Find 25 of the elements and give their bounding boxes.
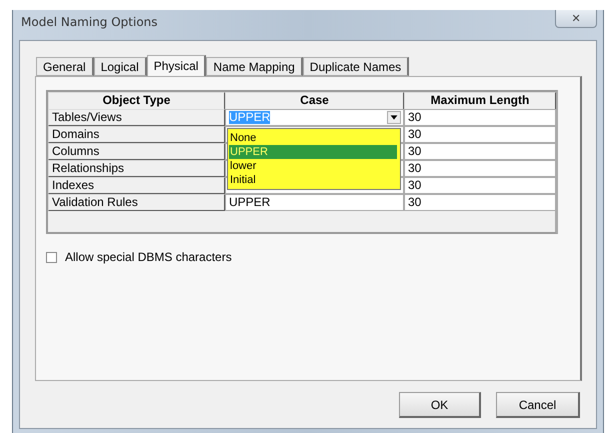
- table-cell: 30: [404, 160, 556, 177]
- tab[interactable]: Duplicate Names: [302, 57, 410, 76]
- table-cell: 30: [404, 126, 556, 143]
- table-cell: Columns: [48, 143, 225, 160]
- ok-button[interactable]: OK: [399, 392, 481, 418]
- table-cell: UPPER: [225, 194, 404, 211]
- table-cell: Domains: [48, 126, 225, 143]
- table-cell: 30: [404, 143, 556, 160]
- table-cell: 30: [404, 194, 556, 211]
- table-cell: 30: [404, 109, 556, 126]
- table-cell: 30: [404, 177, 556, 194]
- dropdown-option[interactable]: Initial: [229, 173, 397, 187]
- checkbox-label: Allow special DBMS characters: [65, 250, 232, 264]
- table-cell: Indexes: [48, 177, 225, 194]
- tab[interactable]: Logical: [94, 57, 147, 76]
- cancel-button[interactable]: Cancel: [496, 392, 580, 418]
- table-cell: Relationships: [48, 160, 225, 177]
- tab[interactable]: Physical: [146, 55, 206, 76]
- tab[interactable]: Name Mapping: [206, 57, 303, 76]
- checkbox[interactable]: [46, 252, 57, 262]
- tab[interactable]: General: [36, 57, 94, 76]
- table-cell: Tables/Views: [48, 109, 225, 126]
- table-cell: Validation Rules: [48, 194, 225, 211]
- close-button[interactable]: ✕: [555, 10, 597, 28]
- window-title: Model Naming Options: [21, 15, 158, 29]
